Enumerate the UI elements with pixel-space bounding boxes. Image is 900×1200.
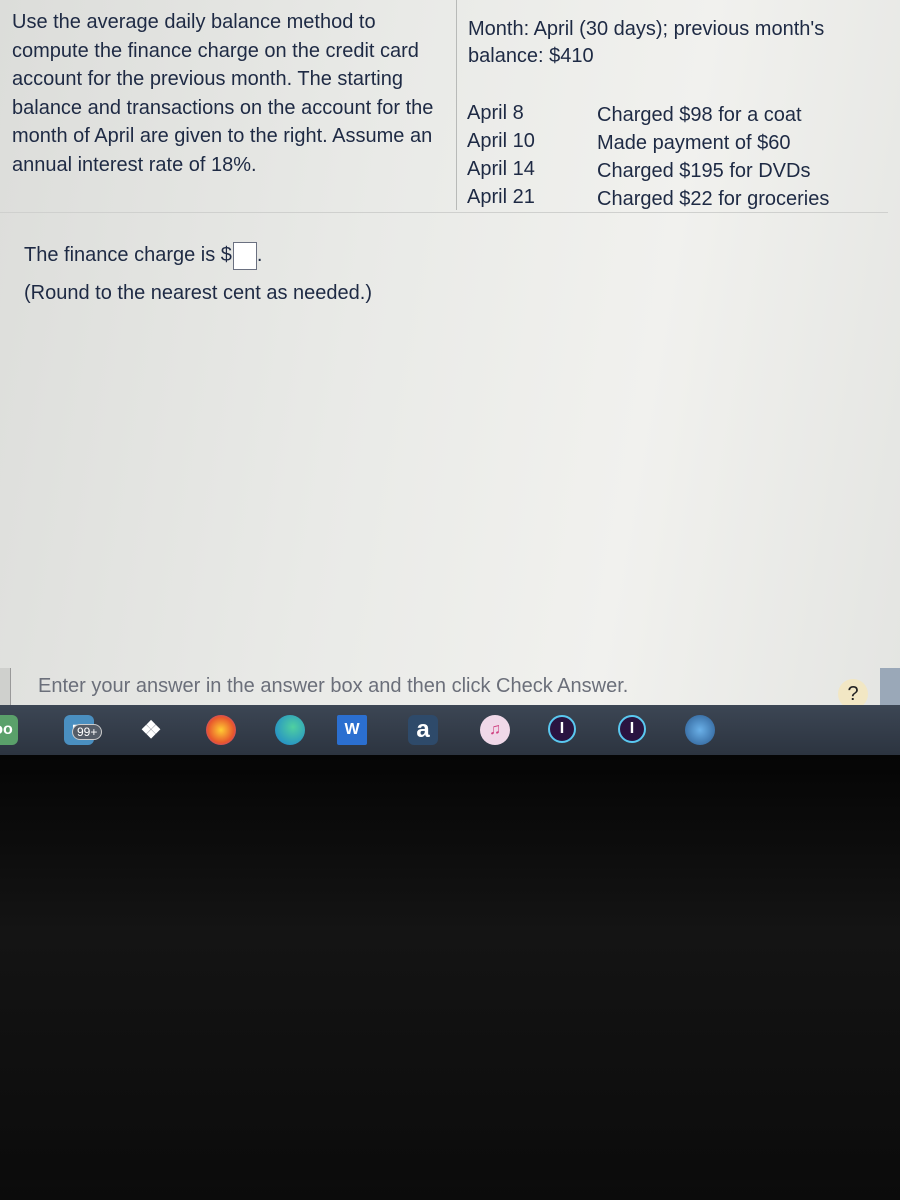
firefox-icon[interactable] <box>206 715 236 745</box>
answer-suffix: . <box>256 244 263 266</box>
laptop-bezel <box>0 755 900 1200</box>
transaction-description: Charged $98 for a coat <box>597 104 802 126</box>
rounding-note: (Round to the nearest cent as needed.) <box>24 282 373 304</box>
answer-line: The finance charge is $. <box>24 241 262 270</box>
month-info: Month: April (30 days); previous month's… <box>468 18 825 67</box>
transaction-date: April 14 <box>467 158 535 180</box>
edge-icon[interactable] <box>275 715 305 745</box>
transaction-description: Made payment of $60 <box>597 132 791 154</box>
browser-content: Use the average daily balance method to … <box>0 0 900 709</box>
app-icon[interactable]: I <box>548 715 576 743</box>
answer-prompt: The finance charge is $ <box>24 244 232 266</box>
transaction-date: April 21 <box>467 186 535 208</box>
transaction-date: April 10 <box>467 130 535 152</box>
finance-charge-input[interactable] <box>232 241 257 270</box>
transaction-description: Charged $195 for DVDs <box>597 160 811 182</box>
scrollbar[interactable] <box>880 668 900 708</box>
dropbox-icon[interactable]: ❖ <box>136 715 166 745</box>
taskbar: oo ✉ ❖ W a ♫ I I <box>0 705 900 755</box>
amazon-icon[interactable]: a <box>408 715 438 745</box>
word-icon[interactable]: W <box>337 715 367 745</box>
app-icon[interactable]: I <box>618 715 646 743</box>
tripadvisor-icon[interactable]: oo <box>0 715 18 745</box>
column-divider <box>456 0 457 210</box>
mail-badge: 99+ <box>72 724 103 740</box>
problem-instructions: Use the average daily balance method to … <box>12 11 434 176</box>
footer-instruction: Enter your answer in the answer box and … <box>38 675 629 697</box>
left-edge <box>0 668 11 708</box>
settings-icon[interactable] <box>685 715 715 745</box>
transaction-date: April 8 <box>467 102 524 124</box>
transaction-description: Charged $22 for groceries <box>597 188 830 210</box>
itunes-icon[interactable]: ♫ <box>480 715 510 745</box>
